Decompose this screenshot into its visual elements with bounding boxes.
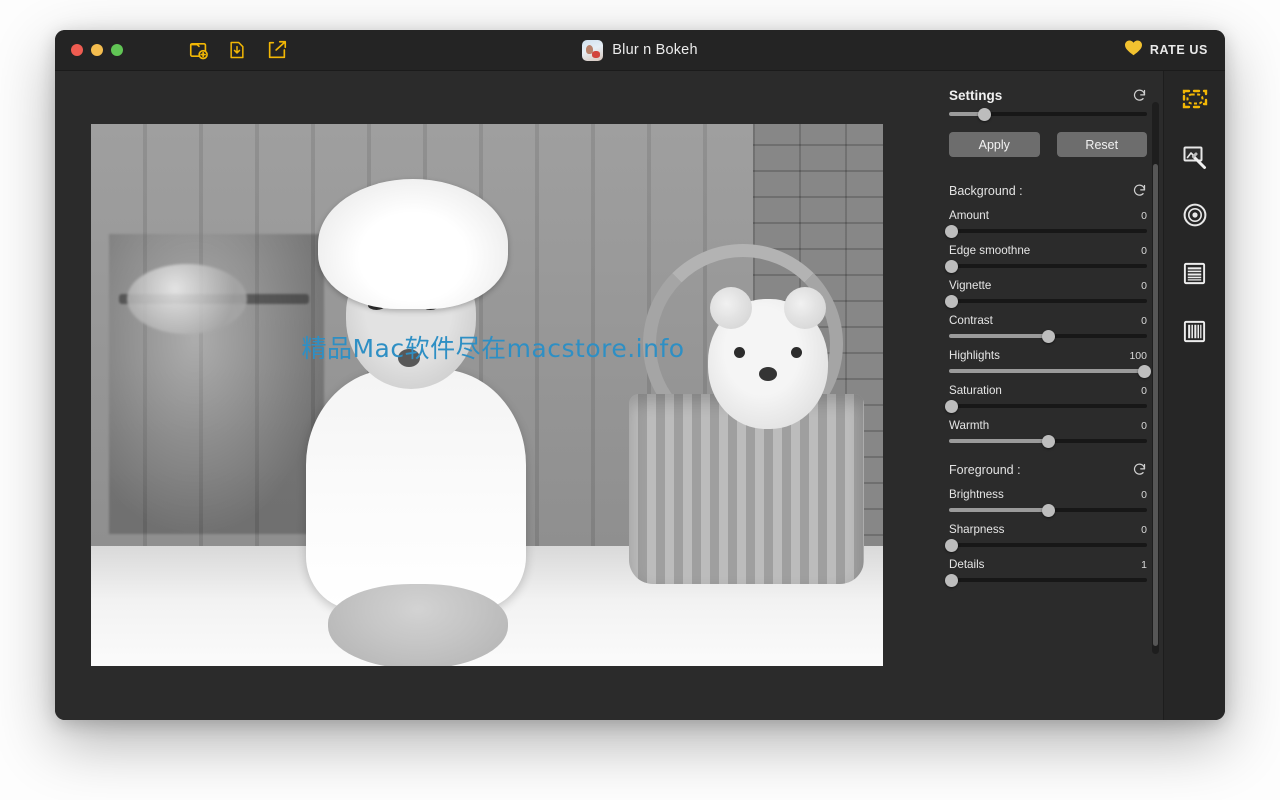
slider-value: 0 — [1141, 315, 1147, 327]
foreground-reset-icon[interactable] — [1132, 462, 1147, 477]
slider-track[interactable] — [949, 439, 1147, 443]
slider-value: 0 — [1141, 524, 1147, 536]
slider-label: Sharpness — [949, 523, 1004, 536]
rect-selection-tool[interactable] — [1179, 83, 1211, 115]
slider-details[interactable]: Details 1 — [949, 558, 1147, 582]
slider-label: Amount — [949, 209, 989, 222]
slider-track[interactable] — [949, 369, 1147, 373]
slider-contrast[interactable]: Contrast 0 — [949, 314, 1147, 338]
open-image-icon[interactable] — [188, 39, 210, 61]
master-slider[interactable] — [949, 112, 1147, 116]
slider-label: Highlights — [949, 349, 1000, 362]
slider-label: Saturation — [949, 384, 1002, 397]
body-area: 精品Mac软件尽在macstore.info Settings Apply — [55, 71, 1225, 720]
radial-blur-tool[interactable] — [1179, 199, 1211, 231]
slider-value: 0 — [1141, 245, 1147, 257]
slider-track[interactable] — [949, 508, 1147, 512]
slider-value: 0 — [1141, 420, 1147, 432]
share-icon[interactable] — [266, 39, 288, 61]
reset-button[interactable]: Reset — [1057, 132, 1148, 157]
slider-value: 0 — [1141, 210, 1147, 222]
settings-scrollbar[interactable] — [1152, 102, 1159, 654]
app-icon — [582, 40, 603, 61]
slider-amount[interactable]: Amount 0 — [949, 209, 1147, 233]
slider-vignette[interactable]: Vignette 0 — [949, 279, 1147, 303]
save-image-icon[interactable] — [227, 39, 249, 61]
titlebar: Blur n Bokeh RATE US — [55, 30, 1225, 71]
foreground-section-header: Foreground : — [949, 462, 1147, 477]
slider-value: 0 — [1141, 385, 1147, 397]
slider-label: Edge smoothne — [949, 244, 1030, 257]
slider-label: Vignette — [949, 279, 991, 292]
minimize-window-button[interactable] — [91, 44, 103, 56]
apply-button[interactable]: Apply — [949, 132, 1040, 157]
rate-us-label: RATE US — [1150, 43, 1208, 57]
background-section-title: Background : — [949, 184, 1023, 198]
slider-track[interactable] — [949, 264, 1147, 268]
canvas-area[interactable]: 精品Mac软件尽在macstore.info — [55, 71, 931, 720]
app-title: Blur n Bokeh — [612, 42, 697, 58]
traffic-lights — [55, 44, 123, 56]
slider-label: Details — [949, 558, 984, 571]
slider-track[interactable] — [949, 404, 1147, 408]
photo-teddy-bear — [708, 299, 828, 429]
slider-warmth[interactable]: Warmth 0 — [949, 419, 1147, 443]
apply-reset-row: Apply Reset — [949, 132, 1147, 157]
slider-value: 0 — [1141, 280, 1147, 292]
slider-highlights[interactable]: Highlights 100 — [949, 349, 1147, 373]
foreground-section-title: Foreground : — [949, 463, 1021, 477]
tool-rail — [1163, 71, 1225, 720]
rate-us-button[interactable]: RATE US — [1124, 39, 1208, 61]
magic-wand-tool[interactable] — [1179, 141, 1211, 173]
maximize-window-button[interactable] — [111, 44, 123, 56]
slider-brightness[interactable]: Brightness 0 — [949, 488, 1147, 512]
slider-track[interactable] — [949, 543, 1147, 547]
settings-title: Settings — [949, 88, 1002, 103]
slider-track[interactable] — [949, 578, 1147, 582]
settings-reset-icon[interactable] — [1132, 88, 1147, 103]
settings-panel: Settings Apply Reset Background : — [931, 71, 1163, 720]
photo-canvas[interactable] — [91, 124, 883, 666]
slider-label: Brightness — [949, 488, 1004, 501]
slider-track[interactable] — [949, 299, 1147, 303]
background-reset-icon[interactable] — [1132, 183, 1147, 198]
linear-blur-tool[interactable] — [1179, 257, 1211, 289]
app-window: Blur n Bokeh RATE US — [55, 30, 1225, 720]
settings-scrollbar-thumb[interactable] — [1153, 164, 1158, 646]
settings-header: Settings — [949, 88, 1147, 103]
slider-value: 100 — [1129, 350, 1147, 362]
background-section-header: Background : — [949, 183, 1147, 198]
slider-track[interactable] — [949, 334, 1147, 338]
photo-baby-subject — [266, 179, 566, 666]
slider-value: 0 — [1141, 489, 1147, 501]
titlebar-tools — [188, 39, 288, 61]
close-window-button[interactable] — [71, 44, 83, 56]
slider-saturation[interactable]: Saturation 0 — [949, 384, 1147, 408]
motion-blur-tool[interactable] — [1179, 315, 1211, 347]
slider-label: Contrast — [949, 314, 993, 327]
slider-label: Warmth — [949, 419, 989, 432]
slider-sharpness[interactable]: Sharpness 0 — [949, 523, 1147, 547]
heart-icon — [1124, 39, 1143, 61]
slider-track[interactable] — [949, 229, 1147, 233]
slider-edge-smoothness[interactable]: Edge smoothne 0 — [949, 244, 1147, 268]
slider-value: 1 — [1141, 559, 1147, 571]
